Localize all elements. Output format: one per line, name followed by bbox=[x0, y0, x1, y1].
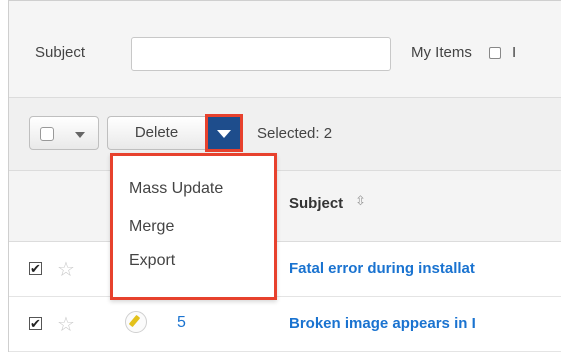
row-checkbox[interactable]: ✔ bbox=[29, 262, 42, 275]
subject-filter-label: Subject bbox=[35, 44, 86, 61]
chevron-down-icon bbox=[217, 130, 231, 138]
actions-dropdown-button[interactable] bbox=[205, 114, 243, 152]
selected-count: Selected: 2 bbox=[257, 125, 333, 142]
table-row: ✔ ☆ 5 Broken image appears in I bbox=[9, 297, 561, 352]
star-icon[interactable]: ☆ bbox=[57, 257, 75, 282]
chevron-down-icon bbox=[75, 132, 85, 138]
sort-icon[interactable]: ⇳ bbox=[355, 193, 366, 209]
menu-item-export[interactable]: Export bbox=[129, 252, 175, 270]
row-number[interactable]: 5 bbox=[177, 314, 186, 332]
subject-filter-input[interactable] bbox=[131, 37, 391, 71]
menu-item-merge[interactable]: Merge bbox=[129, 218, 174, 236]
actions-dropdown-menu: Mass Update Merge Export bbox=[110, 153, 277, 300]
select-all-dropdown[interactable] bbox=[29, 116, 99, 150]
my-items-checkbox[interactable] bbox=[489, 47, 501, 59]
column-header-subject[interactable]: Subject bbox=[289, 195, 343, 212]
star-icon[interactable]: ☆ bbox=[57, 312, 75, 337]
row-checkbox[interactable]: ✔ bbox=[29, 317, 42, 330]
row-subject-link[interactable]: Broken image appears in I bbox=[289, 315, 476, 332]
next-filter-label: I bbox=[512, 44, 517, 61]
list-view: Subject My Items I Delete Selected: 2 Su… bbox=[8, 0, 561, 352]
menu-item-mass-update[interactable]: Mass Update bbox=[129, 180, 223, 198]
filter-bar: Subject My Items I bbox=[9, 1, 561, 98]
table-header: Subject ⇳ bbox=[9, 171, 561, 242]
select-all-checkbox[interactable] bbox=[40, 127, 54, 141]
delete-button[interactable]: Delete bbox=[107, 116, 205, 150]
row-subject-link[interactable]: Fatal error during installat bbox=[289, 260, 475, 277]
action-bar: Delete Selected: 2 bbox=[9, 98, 561, 171]
my-items-label: My Items bbox=[411, 44, 472, 61]
edit-pencil-icon[interactable] bbox=[125, 311, 147, 333]
table-row: ✔ ☆ Fatal error during installat bbox=[9, 242, 561, 297]
